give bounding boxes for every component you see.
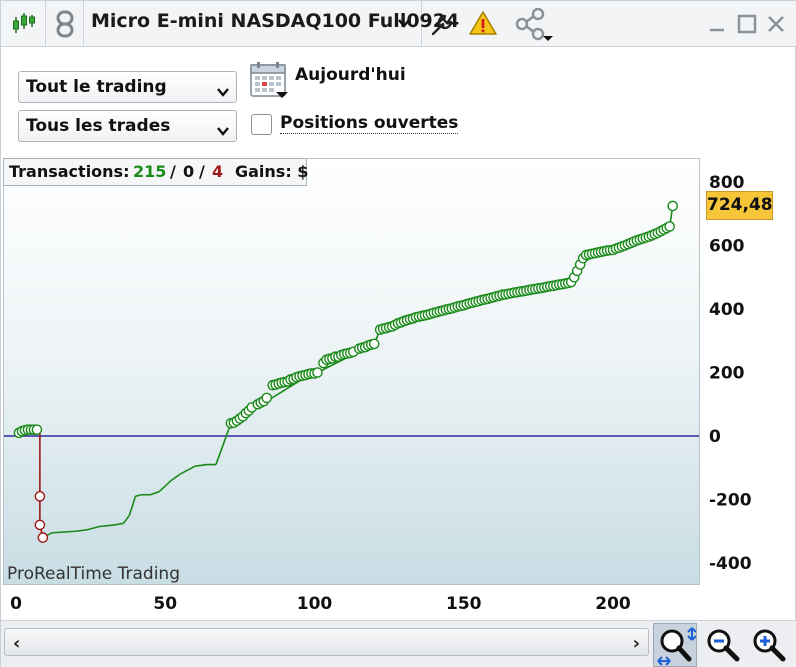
equity-line-segment bbox=[135, 493, 142, 498]
losing-count: 4 bbox=[212, 162, 224, 181]
equity-line-segment bbox=[215, 423, 232, 465]
zoom-out-icon bbox=[705, 627, 741, 667]
watermark: ProRealTime Trading bbox=[7, 564, 180, 584]
winning-trade-marker bbox=[312, 367, 323, 378]
x-tick-label: 200 bbox=[595, 594, 631, 614]
winning-count: 215 bbox=[133, 162, 167, 181]
y-tick-label: -400 bbox=[709, 554, 752, 574]
winning-trade-marker bbox=[664, 221, 676, 232]
losing-trade-marker bbox=[34, 519, 46, 531]
losing-trade-marker bbox=[34, 491, 46, 502]
scroll-left-icon[interactable]: ‹ bbox=[13, 633, 20, 654]
x-tick-label: 50 bbox=[153, 594, 177, 614]
equity-line-segment bbox=[158, 479, 172, 493]
zoom-in-button[interactable] bbox=[747, 623, 791, 667]
gains-label: Gains: $ bbox=[235, 162, 309, 181]
y-tick-label: 0 bbox=[709, 427, 721, 447]
separator: / bbox=[199, 162, 205, 181]
winning-trade-marker bbox=[368, 338, 380, 350]
equity-line-segment bbox=[51, 530, 76, 534]
app-window: Micro E-mini NASDAQ100 Full0924 Tout le … bbox=[0, 0, 796, 667]
equity-line-segment bbox=[87, 525, 100, 531]
y-tick-label: 600 bbox=[709, 237, 745, 257]
equity-line-segment bbox=[75, 528, 88, 533]
zoom-in-icon bbox=[751, 627, 787, 667]
losing-trade-marker bbox=[37, 532, 49, 543]
transactions-summary: Transactions: 215 / 0 / 4 Gains: $ bbox=[3, 158, 309, 186]
y-tick-label: 200 bbox=[709, 364, 745, 384]
y-tick-label: -200 bbox=[709, 491, 752, 511]
equity-line-segment bbox=[194, 463, 208, 467]
zoom-fit-button[interactable] bbox=[653, 623, 697, 667]
horizontal-scrollbar[interactable]: ‹ › bbox=[4, 628, 649, 656]
equity-line-segment bbox=[128, 496, 137, 516]
y-tick-label: 800 bbox=[709, 173, 745, 193]
equity-line-segment bbox=[114, 522, 124, 526]
magnifier-arrows-icon bbox=[656, 626, 697, 667]
separator: / bbox=[170, 162, 176, 181]
last-value-badge: 724,48 bbox=[706, 191, 773, 220]
neutral-count: 0 bbox=[183, 162, 195, 181]
x-tick-label: 100 bbox=[297, 594, 333, 614]
equity-line-segment bbox=[122, 514, 131, 524]
equity-line-segment bbox=[179, 465, 196, 475]
equity-line-segment bbox=[170, 473, 181, 482]
equity-line-segment bbox=[150, 490, 160, 496]
winning-trade-marker bbox=[31, 424, 43, 435]
scroll-right-icon[interactable]: › bbox=[633, 633, 640, 654]
x-tick-label: 0 bbox=[10, 594, 22, 614]
transactions-label: Transactions: bbox=[9, 162, 130, 181]
winning-trade-marker bbox=[667, 200, 679, 212]
winning-trade-marker bbox=[261, 392, 273, 404]
y-tick-label: 400 bbox=[709, 300, 745, 320]
equity-line-segment bbox=[99, 524, 115, 528]
x-tick-label: 150 bbox=[446, 594, 482, 614]
zoom-out-button[interactable] bbox=[701, 623, 745, 667]
